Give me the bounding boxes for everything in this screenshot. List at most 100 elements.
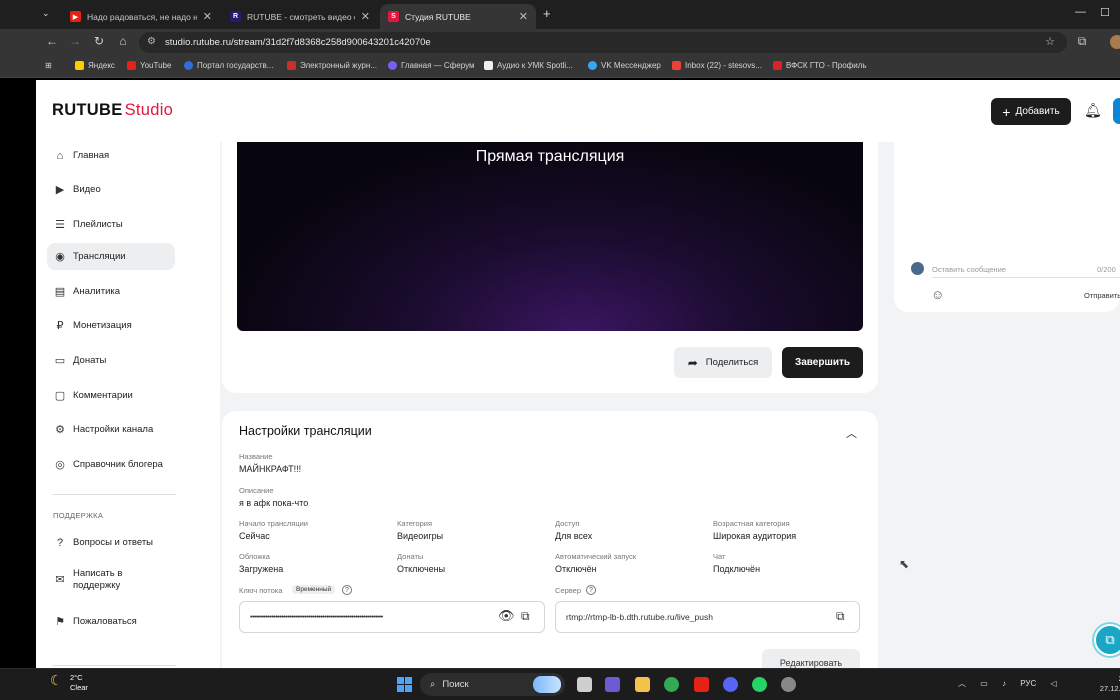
site-info-icon[interactable]: ⚙ bbox=[147, 36, 156, 47]
copy-icon[interactable]: ⧉ bbox=[836, 609, 845, 624]
avatar bbox=[911, 262, 924, 275]
chevron-up-icon[interactable]: ︿ bbox=[958, 679, 966, 688]
star-icon[interactable]: ☆ bbox=[1045, 35, 1055, 48]
sidebar-item-monetization[interactable]: ₽ Монетизация bbox=[47, 312, 175, 339]
studio-page: RUTUBE Studio + Добавить 🔔︎ ⌂ Главная ▶ Виде… bbox=[36, 80, 1120, 668]
sidebar-item-comments[interactable]: ▢ Комментарии bbox=[47, 382, 175, 409]
player-title: Прямая трансляция bbox=[475, 148, 625, 165]
speaker-icon[interactable]: ◁ bbox=[1051, 679, 1057, 688]
bookmark-label: YouTube bbox=[140, 61, 172, 70]
autostart-value: Отключён bbox=[555, 564, 597, 574]
sidebar-item-playlists[interactable]: ☰ Плейлисты bbox=[47, 211, 175, 238]
ruble-icon: ₽ bbox=[56, 320, 64, 332]
profile-avatar[interactable] bbox=[1110, 35, 1120, 49]
browser-tab-studio[interactable]: S Студия RUTUBE ✕ bbox=[380, 4, 536, 29]
avatar[interactable] bbox=[1113, 98, 1120, 124]
add-button[interactable]: + Добавить bbox=[991, 98, 1071, 125]
help-icon[interactable]: ? bbox=[342, 585, 352, 595]
end-broadcast-button[interactable]: Завершить bbox=[782, 347, 863, 378]
whatsapp-icon[interactable] bbox=[752, 677, 767, 692]
minimize-button[interactable]: — bbox=[1075, 6, 1086, 18]
bookmark-inbox[interactable]: Inbox (22) - stesovs... bbox=[672, 61, 762, 70]
screen: { "browser": { "tabs": [ {"title": "Надо… bbox=[0, 0, 1120, 700]
sidebar-item-broadcasts[interactable]: ◉ Трансляции bbox=[47, 243, 175, 270]
sidebar-item-faq[interactable]: ? Вопросы и ответы bbox=[47, 529, 175, 556]
close-icon[interactable]: ✕ bbox=[203, 10, 212, 23]
bookmark-ejournal[interactable]: Электронный журн... bbox=[287, 61, 377, 70]
sidebar: ⌂ Главная ▶ Видео ☰ Плейлисты ◉ Трансляции ▤… bbox=[36, 142, 220, 668]
mail-icon: ✉ bbox=[55, 574, 65, 586]
address-bar[interactable]: ⚙ studio.rutube.ru/stream/31d2f7d8368c25… bbox=[139, 32, 1067, 53]
sidebar-item-home[interactable]: ⌂ Главная bbox=[47, 142, 175, 169]
chrome-icon[interactable] bbox=[664, 677, 679, 692]
forward-arrow-icon[interactable]: → bbox=[67, 34, 83, 48]
chat-message-input[interactable]: Оставить сообщение bbox=[932, 265, 1120, 278]
sidebar-item-write-support[interactable]: ✉ Написать в поддержку bbox=[47, 563, 175, 597]
reload-icon[interactable]: ↻ bbox=[91, 34, 107, 48]
description-label: Описание bbox=[239, 486, 274, 495]
sidebar-item-label: Монетизация bbox=[73, 320, 132, 331]
share-button[interactable]: ➦ Поделиться bbox=[674, 347, 772, 378]
windows-start-icon[interactable] bbox=[397, 677, 412, 692]
support-chat-button[interactable]: ⧉ bbox=[1094, 624, 1120, 656]
sidebar-item-analytics[interactable]: ▤ Аналитика bbox=[47, 278, 175, 305]
bookmark-gosuslugi[interactable]: Портал государств... bbox=[184, 61, 273, 70]
sidebar-item-report[interactable]: ⚑ Пожаловаться bbox=[47, 608, 175, 635]
sidebar-item-channel-settings[interactable]: ⚙ Настройки канала bbox=[47, 416, 175, 443]
new-tab-button[interactable]: + bbox=[543, 6, 551, 21]
browser-tab-rutube[interactable]: R RUTUBE - смотреть видео онл ✕ bbox=[222, 4, 378, 29]
chat-value: Подключён bbox=[713, 564, 761, 574]
language-indicator[interactable]: РУС bbox=[1020, 679, 1036, 688]
sidebar-item-video[interactable]: ▶ Видео bbox=[47, 176, 175, 203]
stream-key-field[interactable]: ••••••••••••••••••••••••••••••••••••••••… bbox=[239, 601, 545, 633]
bookmark-label: Inbox (22) - stesovs... bbox=[685, 61, 762, 70]
stream-player[interactable]: Прямая трансляция bbox=[237, 142, 863, 331]
bookmark-audio[interactable]: Аудио к УМК Spotli... bbox=[484, 61, 573, 70]
taskbar-search[interactable]: ⌕ Поиск bbox=[420, 673, 565, 696]
task-view-icon[interactable] bbox=[577, 677, 592, 692]
chevron-up-icon[interactable]: ︿ bbox=[846, 425, 857, 441]
bell-icon[interactable]: 🔔︎ bbox=[1084, 102, 1102, 119]
teams-icon[interactable] bbox=[605, 677, 620, 692]
bookmark-yandex[interactable]: Яндекс bbox=[75, 61, 115, 70]
edit-button[interactable]: Редактировать bbox=[762, 649, 860, 668]
sidebar-item-blogger-guide[interactable]: ◎ Справочник блогера bbox=[47, 451, 175, 478]
yandex-icon bbox=[75, 61, 84, 70]
help-icon[interactable]: ? bbox=[586, 585, 596, 595]
sidebar-item-donates[interactable]: ▭ Донаты bbox=[47, 347, 175, 374]
close-icon[interactable]: ✕ bbox=[519, 10, 528, 23]
sidebar-item-label: Главная bbox=[73, 150, 110, 161]
bookmark-gto[interactable]: ВФСК ГТО - Профиль bbox=[773, 61, 867, 70]
settings-app-icon[interactable] bbox=[781, 677, 796, 692]
end-label: Завершить bbox=[794, 357, 851, 368]
bookmark-label: Электронный журн... bbox=[300, 61, 377, 70]
rutube-studio-logo[interactable]: RUTUBE Studio bbox=[52, 101, 173, 120]
tab-search-icon[interactable]: ⌄ bbox=[42, 8, 50, 19]
server-field[interactable]: rtmp://rtmp-lb-b.dth.rutube.ru/live_push… bbox=[555, 601, 860, 633]
home-icon[interactable]: ⌂ bbox=[115, 34, 131, 48]
discord-icon[interactable] bbox=[723, 677, 738, 692]
back-arrow-icon[interactable]: ← bbox=[44, 34, 60, 48]
youtube-icon[interactable] bbox=[694, 677, 709, 692]
extensions-icon[interactable]: ⧉ bbox=[1074, 34, 1090, 49]
apps-grid-icon[interactable]: ⊞ bbox=[45, 61, 52, 70]
maximize-button[interactable]: ☐ bbox=[1100, 6, 1110, 19]
bookmark-sferum[interactable]: Главная — Сферум bbox=[388, 61, 474, 70]
studio-header: RUTUBE Studio + Добавить 🔔︎ bbox=[36, 80, 1120, 142]
weather-widget[interactable]: ☾ 2°C Clear bbox=[50, 673, 88, 693]
sidebar-item-label: Пожаловаться bbox=[73, 616, 137, 627]
microphone-icon[interactable]: ♪ bbox=[1002, 679, 1006, 688]
close-icon[interactable]: ✕ bbox=[361, 10, 370, 23]
eye-icon[interactable]: 👁︎ bbox=[498, 608, 515, 624]
emoji-icon[interactable]: ☺ bbox=[931, 287, 944, 302]
network-icon[interactable]: ▭ bbox=[980, 679, 988, 688]
sidebar-item-label: Трансляции bbox=[73, 251, 126, 262]
file-explorer-icon[interactable] bbox=[635, 677, 650, 692]
copy-icon[interactable]: ⧉ bbox=[521, 609, 530, 624]
sidebar-item-label: Вопросы и ответы bbox=[73, 537, 154, 548]
clock[interactable]: 22: 27.12.20 bbox=[1089, 674, 1120, 694]
chat-send-button[interactable]: Отправить bbox=[1084, 291, 1120, 300]
bookmark-youtube[interactable]: YouTube bbox=[127, 61, 171, 70]
browser-tab-youtube[interactable]: ▶ Надо радоваться, не надо нач ✕ bbox=[62, 4, 220, 29]
bookmark-vk-messenger[interactable]: VK Мессенджер bbox=[588, 61, 661, 70]
